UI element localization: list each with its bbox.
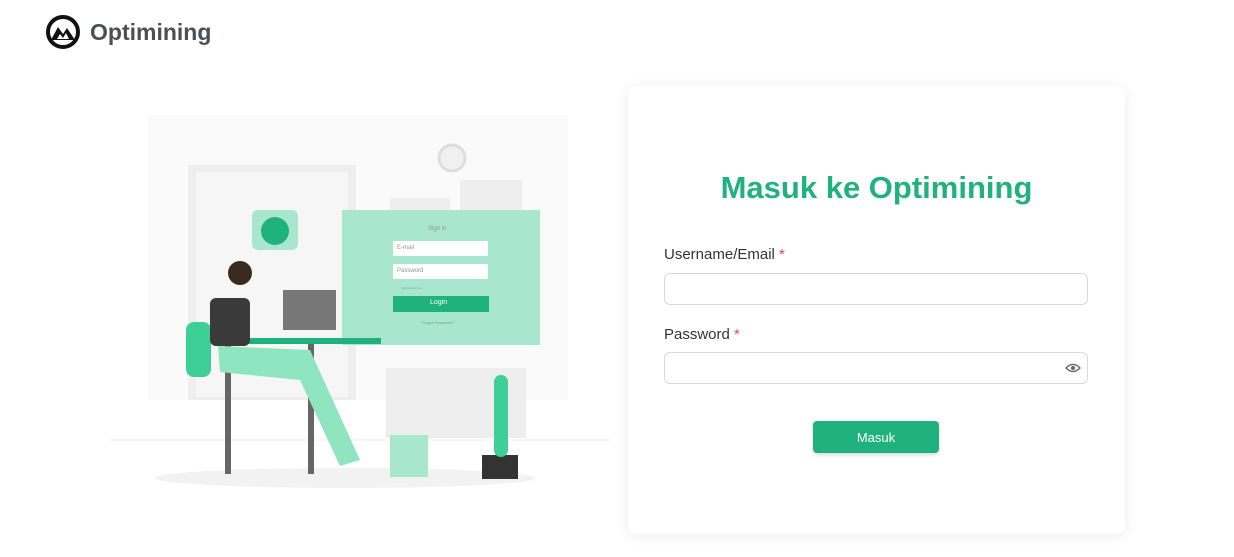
- required-mark: *: [779, 246, 785, 263]
- illus-password: Password: [397, 268, 424, 274]
- login-illustration: Sign in E-mail Password Remember me Logi…: [110, 110, 610, 500]
- username-label: Username/Email *: [664, 246, 785, 263]
- illus-email: E-mail: [397, 245, 415, 251]
- illus-sign-in: Sign in: [428, 226, 447, 232]
- brand[interactable]: Optimining: [46, 15, 211, 49]
- illus-login: Login: [430, 299, 448, 306]
- brand-name: Optimining: [90, 18, 212, 45]
- password-label-text: Password: [664, 326, 730, 343]
- username-label-text: Username/Email: [664, 246, 775, 263]
- eye-icon[interactable]: [1065, 362, 1081, 374]
- illus-forgot: Forgot Password?: [422, 320, 455, 325]
- username-input[interactable]: [664, 273, 1088, 305]
- illus-remember: Remember me: [402, 286, 422, 290]
- submit-button[interactable]: Masuk: [813, 421, 939, 453]
- password-input[interactable]: [664, 352, 1088, 384]
- login-card: Masuk ke Optimining Username/Email * Pas…: [628, 86, 1125, 534]
- optimining-logo-icon: [46, 15, 80, 49]
- password-label: Password *: [664, 326, 740, 343]
- page-title: Masuk ke Optimining: [720, 170, 1033, 205]
- required-mark: *: [734, 326, 740, 343]
